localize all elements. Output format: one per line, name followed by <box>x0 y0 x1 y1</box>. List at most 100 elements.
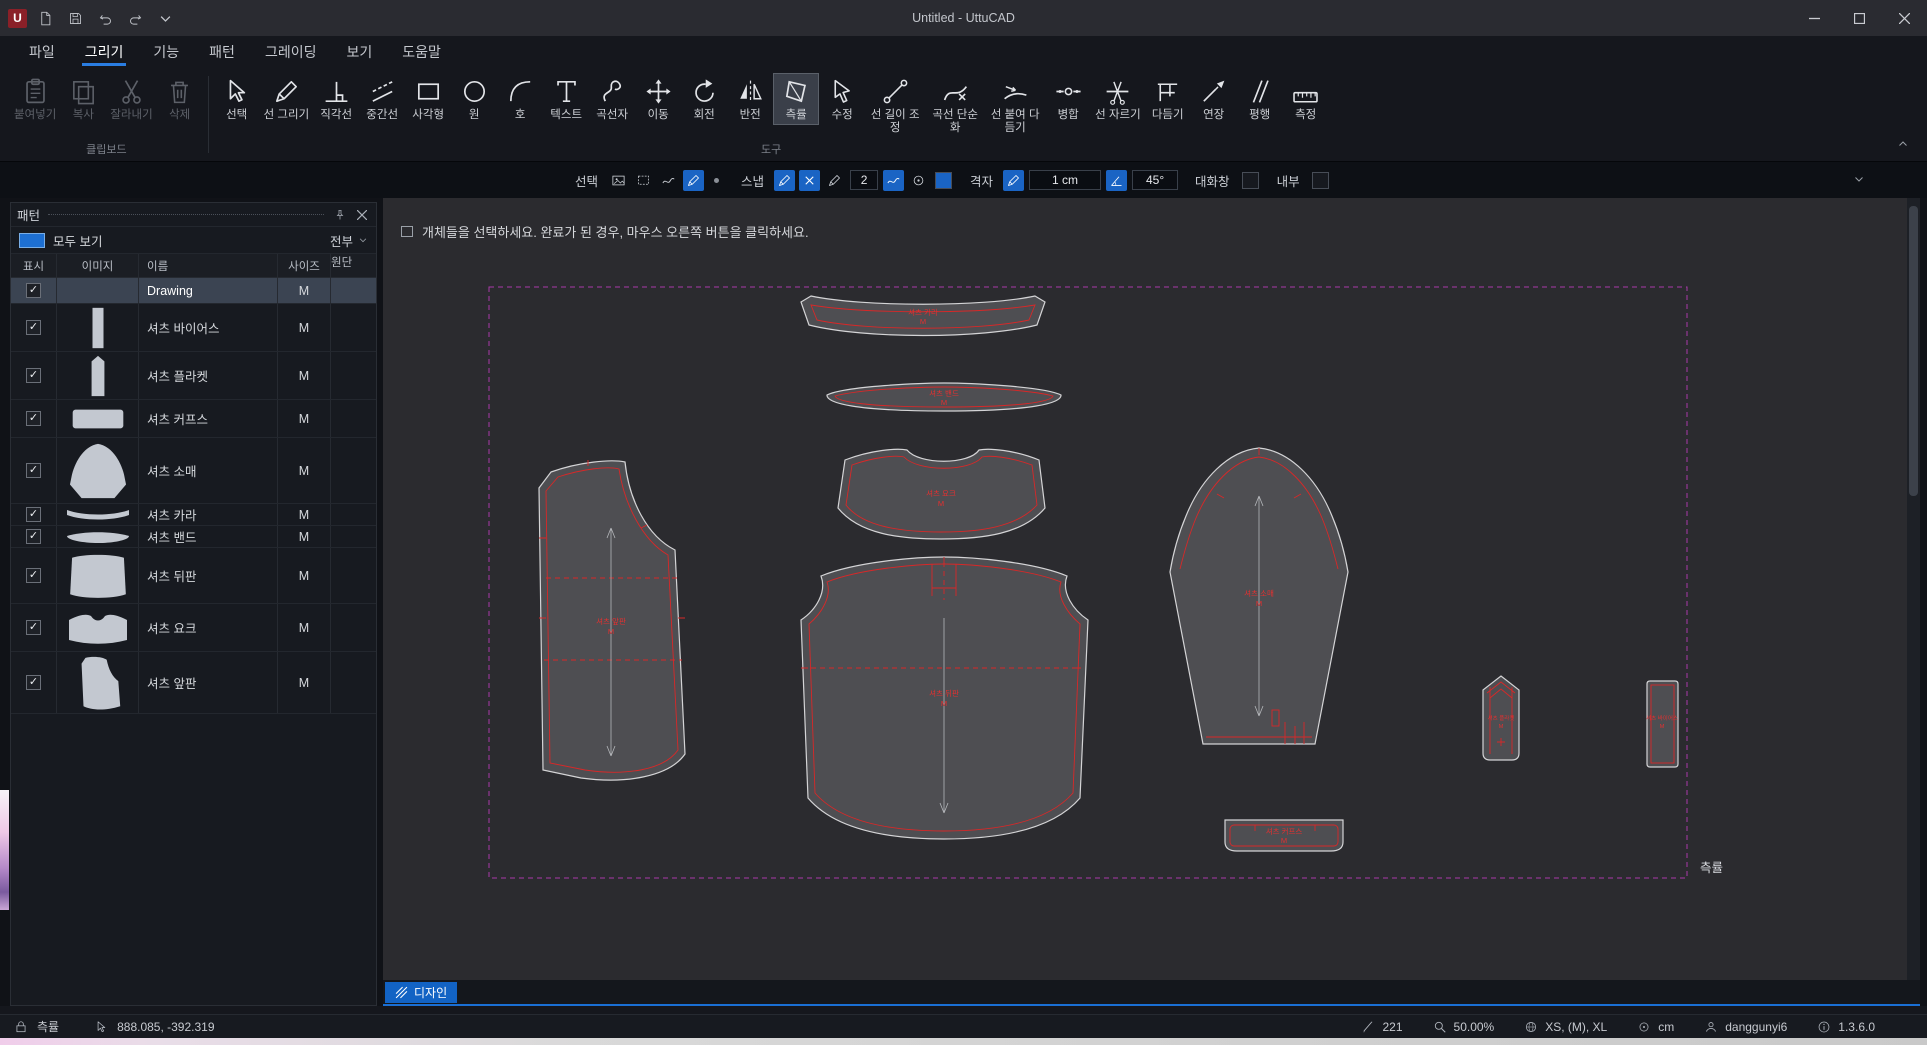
snap-intersection-button[interactable] <box>799 170 820 191</box>
pen-select-button[interactable] <box>683 170 704 191</box>
tool-move[interactable]: 이동 <box>635 73 681 125</box>
tool-measure-region[interactable]: 측률 <box>773 73 819 125</box>
quick-access-chevron-icon[interactable] <box>153 6 177 30</box>
visibility-checkbox[interactable]: ✓ <box>26 675 41 690</box>
tool-text[interactable]: 텍스트 <box>543 73 589 125</box>
pattern-piece-placket[interactable]: 셔츠 플라켓 M <box>1483 676 1519 760</box>
visibility-checkbox[interactable]: ✓ <box>26 507 41 522</box>
zoom-indicator[interactable]: 50.00% <box>1433 1020 1495 1034</box>
pattern-piece-band[interactable]: 셔츠 밴드 M <box>827 383 1061 411</box>
menu-grading[interactable]: 그레이딩 <box>250 36 332 68</box>
snap-point-button[interactable] <box>908 170 929 191</box>
user-indicator[interactable]: danggunyi6 <box>1704 1020 1787 1034</box>
visibility-checkbox[interactable]: ✓ <box>26 463 41 478</box>
delete-button[interactable]: 삭제 <box>157 73 203 125</box>
visibility-checkbox[interactable]: ✓ <box>26 411 41 426</box>
tool-middle-line[interactable]: 중간선 <box>359 73 405 125</box>
dialog-color-swatch[interactable] <box>1242 172 1259 189</box>
filter-dropdown[interactable]: 전부 <box>330 231 368 250</box>
tool-arc[interactable]: 호 <box>497 73 543 125</box>
pattern-row-sleeve[interactable]: ✓ 셔츠 소매 M <box>11 438 376 504</box>
snap-line-button[interactable] <box>774 170 795 191</box>
close-panel-button[interactable] <box>354 207 370 223</box>
menu-pattern[interactable]: 패턴 <box>194 36 250 68</box>
tool-attach-trim[interactable]: 선 붙여 다듬기 <box>985 73 1045 138</box>
menu-function[interactable]: 기능 <box>138 36 194 68</box>
menu-file[interactable]: 파일 <box>14 36 70 68</box>
visibility-checkbox[interactable]: ✓ <box>26 529 41 544</box>
collapse-options-button[interactable] <box>1853 173 1865 188</box>
paste-button[interactable]: 붙여넣기 <box>10 73 60 125</box>
new-file-button[interactable] <box>33 6 57 30</box>
snap-extension-button[interactable] <box>824 170 845 191</box>
snap-curve-button[interactable] <box>883 170 904 191</box>
pattern-row-drawing[interactable]: ✓ Drawing M <box>11 278 376 304</box>
grid-size-input[interactable]: 1 cm <box>1029 170 1101 190</box>
maximize-button[interactable] <box>1837 0 1882 36</box>
pattern-row-front[interactable]: ✓ 셔츠 앞판 M <box>11 652 376 714</box>
vertical-scrollbar[interactable] <box>1907 198 1920 980</box>
curve-select-button[interactable] <box>658 170 679 191</box>
tab-design[interactable]: 디자인 <box>385 982 457 1003</box>
tool-select[interactable]: 선택 <box>214 73 260 125</box>
snap-tolerance-input[interactable]: 2 <box>850 170 878 190</box>
pattern-piece-collar[interactable]: 셔츠 카라 M <box>801 296 1045 336</box>
marquee-select-button[interactable] <box>633 170 654 191</box>
menu-help[interactable]: 도움말 <box>387 36 456 68</box>
cut-button[interactable]: 잘라내기 <box>106 73 156 125</box>
tool-perpendicular-line[interactable]: 직각선 <box>313 73 359 125</box>
pattern-piece-bias[interactable]: 셔츠 바이어스 M <box>1646 681 1678 767</box>
tool-line-length[interactable]: 선 길이 조정 <box>865 73 925 138</box>
tool-measure[interactable]: 측정 <box>1283 73 1329 125</box>
show-all-toggle[interactable] <box>19 233 45 248</box>
grid-angle-button[interactable] <box>1106 170 1127 191</box>
pattern-piece-sleeve[interactable]: 셔츠 소매 M <box>1170 448 1348 744</box>
copy-button[interactable]: 복사 <box>60 73 106 125</box>
pattern-row-back[interactable]: ✓ 셔츠 뒤판 M <box>11 548 376 604</box>
visibility-checkbox[interactable]: ✓ <box>26 568 41 583</box>
pattern-piece-front[interactable]: 셔츠 앞판 M <box>539 460 685 780</box>
pattern-piece-cuff[interactable]: 셔츠 커프스 M <box>1225 820 1343 851</box>
tool-draw-line[interactable]: 선 그리기 <box>260 73 314 125</box>
drawing-canvas[interactable]: 셔츠 카라 M 셔츠 밴드 M 셔츠 요크 M <box>383 198 1920 1006</box>
undo-button[interactable] <box>93 6 117 30</box>
pattern-row-bias[interactable]: ✓ 셔츠 바이어스 M <box>11 304 376 352</box>
pattern-row-placket[interactable]: ✓ 셔츠 플라켓 M <box>11 352 376 400</box>
tool-cut-line[interactable]: 선 자르기 <box>1091 73 1145 125</box>
snap-color-swatch[interactable] <box>935 172 952 189</box>
inner-color-swatch[interactable] <box>1312 172 1329 189</box>
menu-draw[interactable]: 그리기 <box>70 36 139 68</box>
save-button[interactable] <box>63 6 87 30</box>
pattern-row-collar[interactable]: ✓ 셔츠 카라 M <box>11 504 376 526</box>
pattern-row-cuff[interactable]: ✓ 셔츠 커프스 M <box>11 400 376 438</box>
menu-view[interactable]: 보기 <box>331 36 387 68</box>
tool-merge[interactable]: 병합 <box>1045 73 1091 125</box>
tool-rectangle[interactable]: 사각형 <box>405 73 451 125</box>
visibility-checkbox[interactable]: ✓ <box>26 620 41 635</box>
image-select-button[interactable] <box>608 170 629 191</box>
pattern-row-yoke[interactable]: ✓ 셔츠 요크 M <box>11 604 376 652</box>
tool-modify[interactable]: 수정 <box>819 73 865 125</box>
pattern-piece-back[interactable]: 셔츠 뒤판 M <box>801 557 1088 839</box>
scrollbar-thumb[interactable] <box>1909 206 1918 496</box>
tool-rotate[interactable]: 회전 <box>681 73 727 125</box>
minimize-button[interactable] <box>1792 0 1837 36</box>
visibility-checkbox[interactable]: ✓ <box>26 283 41 298</box>
pin-panel-button[interactable] <box>332 207 348 223</box>
tool-circle[interactable]: 원 <box>451 73 497 125</box>
tool-simplify-curve[interactable]: 곡선 단순화 <box>925 73 985 138</box>
pattern-piece-yoke[interactable]: 셔츠 요크 M <box>838 449 1045 539</box>
close-button[interactable] <box>1882 0 1927 36</box>
sizes-indicator[interactable]: XS, (M), XL <box>1524 1020 1607 1034</box>
unit-indicator[interactable]: cm <box>1637 1020 1674 1034</box>
visibility-checkbox[interactable]: ✓ <box>26 368 41 383</box>
redo-button[interactable] <box>123 6 147 30</box>
tool-parallel[interactable]: 평행 <box>1237 73 1283 125</box>
grid-pen-button[interactable] <box>1003 170 1024 191</box>
tool-french-curve[interactable]: 곡선자 <box>589 73 635 125</box>
grid-angle-input[interactable]: 45° <box>1132 170 1178 190</box>
pattern-row-band[interactable]: ✓ 셔츠 밴드 M <box>11 526 376 548</box>
tool-extend[interactable]: 연장 <box>1191 73 1237 125</box>
visibility-checkbox[interactable]: ✓ <box>26 320 41 335</box>
collapse-ribbon-button[interactable] <box>1897 137 1909 155</box>
